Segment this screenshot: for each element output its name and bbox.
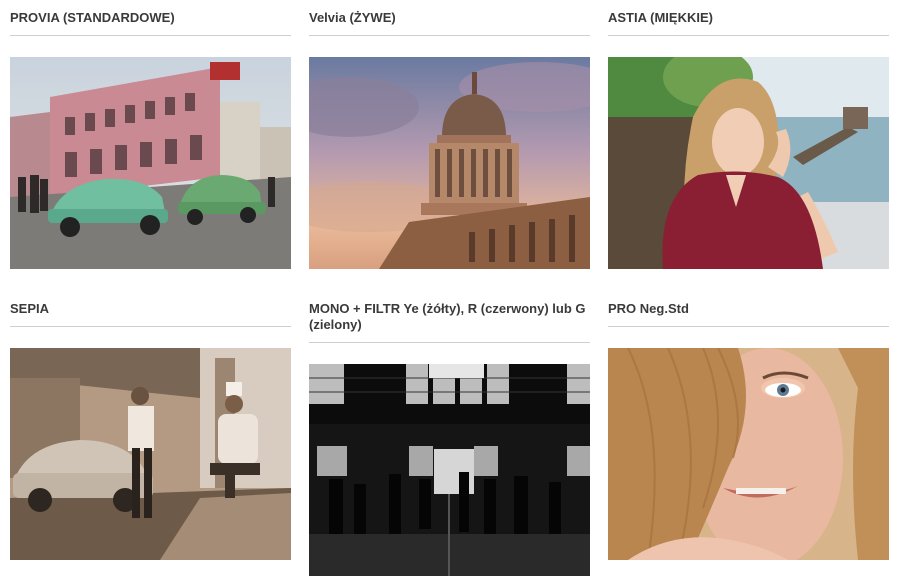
capitol-dome-photo <box>309 57 590 269</box>
film-sim-title: PROVIA (STANDARDOWE) <box>10 10 291 36</box>
film-sim-title: Velvia (ŻYWE) <box>309 10 590 36</box>
film-sim-pro-neg-std: PRO Neg.Std <box>608 301 889 327</box>
film-sim-mono: MONO + FILTR Ye (żółty), R (czerwony) lu… <box>309 301 590 343</box>
monochrome-station-photo <box>309 364 590 576</box>
woman-face-photo <box>608 348 889 560</box>
film-sim-title: ASTIA (MIĘKKIE) <box>608 10 889 36</box>
film-sim-provia: PROVIA (STANDARDOWE) <box>10 10 291 36</box>
havana-street-photo <box>10 57 291 269</box>
film-sim-title: MONO + FILTR Ye (żółty), R (czerwony) lu… <box>309 301 590 343</box>
film-sim-title: SEPIA <box>10 301 291 327</box>
woman-seaside-photo <box>608 57 889 269</box>
film-sim-sepia: SEPIA <box>10 301 291 327</box>
film-sim-title: PRO Neg.Std <box>608 301 889 327</box>
film-sim-velvia: Velvia (ŻYWE) <box>309 10 590 36</box>
sepia-street-photo <box>10 348 291 560</box>
film-sim-astia: ASTIA (MIĘKKIE) <box>608 10 889 36</box>
